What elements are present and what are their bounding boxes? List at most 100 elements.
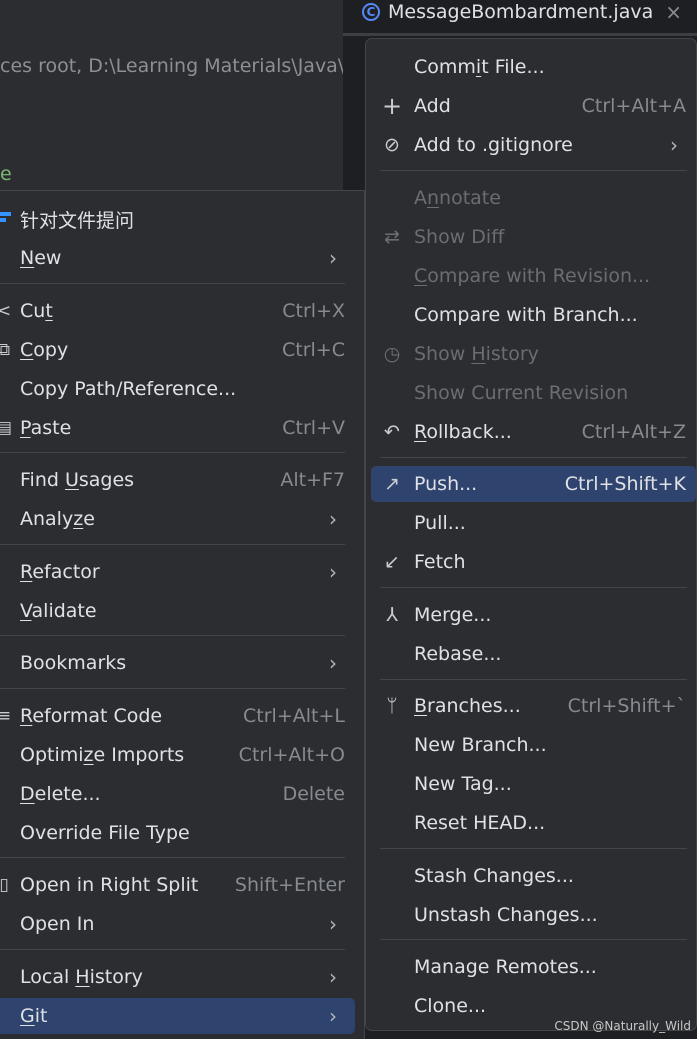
git-reset-head[interactable]: Reset HEAD... xyxy=(371,805,696,841)
menu-item-new[interactable]: New › xyxy=(0,240,355,276)
menu-item-ask-file[interactable]: 针对文件提问 xyxy=(0,201,355,237)
git-compare-branch[interactable]: Compare with Branch... xyxy=(371,297,696,333)
menu-item-label: Branches... xyxy=(414,695,521,717)
menu-item-label: Rollback... xyxy=(414,421,512,443)
menu-item-copy-path[interactable]: Copy Path/Reference... xyxy=(0,371,355,407)
menu-item-label: Manage Remotes... xyxy=(414,956,597,978)
git-add[interactable]: + Add Ctrl+Alt+A xyxy=(371,88,696,124)
shortcut: Ctrl+C xyxy=(282,339,345,361)
menu-item-label: Pull... xyxy=(414,512,466,534)
shortcut: Ctrl+Alt+A xyxy=(581,95,686,117)
git-merge[interactable]: ⅄ Merge... xyxy=(371,597,696,633)
java-class-icon: C xyxy=(362,3,380,21)
git-commit-file[interactable]: Commit File... xyxy=(371,49,696,85)
shortcut: Ctrl+X xyxy=(282,300,345,322)
menu-item-cut[interactable]: < Cut Ctrl+X xyxy=(0,293,355,329)
menu-item-paste[interactable]: ▤ Paste Ctrl+V xyxy=(0,410,355,446)
git-show-diff[interactable]: ⇄ Show Diff xyxy=(371,219,696,255)
menu-item-label: Open in Right Split xyxy=(20,874,199,896)
git-show-history[interactable]: ◷ Show History xyxy=(371,336,696,372)
menu-item-analyze[interactable]: Analyze › xyxy=(0,501,355,537)
plus-icon: + xyxy=(381,92,403,120)
git-new-tag[interactable]: New Tag... xyxy=(371,766,696,802)
shortcut: Shift+Enter xyxy=(234,874,345,896)
cut-icon: < xyxy=(0,301,12,321)
shortcut: Delete xyxy=(282,783,345,805)
menu-item-delete[interactable]: Delete... Delete xyxy=(0,776,355,812)
menu-item-open-in[interactable]: Open In › xyxy=(0,906,355,942)
menu-item-label: Merge... xyxy=(414,604,492,626)
split-icon: ▯ xyxy=(0,875,9,895)
chevron-right-icon: › xyxy=(329,1004,337,1028)
git-unstash-changes[interactable]: Unstash Changes... xyxy=(371,897,696,933)
menu-item-optimize-imports[interactable]: Optimize Imports Ctrl+Alt+O xyxy=(0,737,355,773)
chevron-right-icon: › xyxy=(329,560,337,584)
history-icon: ◷ xyxy=(383,343,401,365)
git-add-to-gitignore[interactable]: ⊘ Add to .gitignore › xyxy=(371,127,696,163)
menu-item-label: Reformat Code xyxy=(20,705,163,727)
divider xyxy=(380,170,687,171)
menu-item-label: Local History xyxy=(20,966,143,988)
menu-item-open-right-split[interactable]: ▯ Open in Right Split Shift+Enter xyxy=(0,867,355,903)
diff-icon: ⇄ xyxy=(384,226,400,248)
shortcut: Ctrl+V xyxy=(282,417,345,439)
git-annotate[interactable]: Annotate xyxy=(371,180,696,216)
menu-item-label: Push... xyxy=(414,473,478,495)
menu-item-label: Analyze xyxy=(20,508,95,530)
chevron-right-icon: › xyxy=(329,507,337,531)
merge-icon: ⅄ xyxy=(386,604,398,626)
menu-item-validate[interactable]: Validate xyxy=(0,593,355,629)
menu-item-override-file-type[interactable]: Override File Type xyxy=(0,815,355,851)
menu-item-label: New Branch... xyxy=(414,734,547,756)
menu-item-label: Validate xyxy=(20,600,97,622)
git-manage-remotes[interactable]: Manage Remotes... xyxy=(371,949,696,985)
shortcut: Alt+F7 xyxy=(280,469,345,491)
menu-item-label: Bookmarks xyxy=(20,652,127,674)
menu-item-copy[interactable]: ⧉ Copy Ctrl+C xyxy=(0,332,355,368)
git-new-branch[interactable]: New Branch... xyxy=(371,727,696,763)
menu-item-refactor[interactable]: Refactor › xyxy=(0,554,355,590)
menu-item-label: Show Current Revision xyxy=(414,382,629,404)
git-pull[interactable]: Pull... xyxy=(371,505,696,541)
git-stash-changes[interactable]: Stash Changes... xyxy=(371,858,696,894)
git-branches[interactable]: ᛘ Branches... Ctrl+Shift+` xyxy=(371,688,696,724)
divider xyxy=(380,587,687,588)
reformat-icon: ≡ xyxy=(0,706,12,726)
menu-item-label: Delete... xyxy=(20,783,101,805)
rollback-icon: ↶ xyxy=(384,421,400,443)
menu-item-label: Override File Type xyxy=(20,822,190,844)
chevron-right-icon: › xyxy=(329,246,337,270)
context-menu: 针对文件提问 New › < Cut Ctrl+X ⧉ Copy Ctrl+C … xyxy=(0,190,365,1039)
git-fetch[interactable]: ↙ Fetch xyxy=(371,544,696,580)
shortcut: Ctrl+Shift+K xyxy=(564,473,686,495)
menu-item-find-usages[interactable]: Find Usages Alt+F7 xyxy=(0,462,355,498)
menu-item-bookmarks[interactable]: Bookmarks › xyxy=(0,645,355,681)
menu-item-label: Fetch xyxy=(414,551,466,573)
git-show-current-revision[interactable]: Show Current Revision xyxy=(371,375,696,411)
paste-icon: ▤ xyxy=(0,418,13,438)
divider xyxy=(380,939,687,940)
menu-item-label: Refactor xyxy=(20,561,100,583)
menu-item-local-history[interactable]: Local History › xyxy=(0,959,355,995)
menu-item-reformat-code[interactable]: ≡ Reformat Code Ctrl+Alt+L xyxy=(0,698,355,734)
watermark: CSDN @Naturally_Wild xyxy=(554,1019,691,1033)
divider xyxy=(0,544,345,545)
menu-item-label: Open In xyxy=(20,913,95,935)
git-rollback[interactable]: ↶ Rollback... Ctrl+Alt+Z xyxy=(371,414,696,450)
divider xyxy=(0,857,345,858)
menu-item-label: Show History xyxy=(414,343,539,365)
git-rebase[interactable]: Rebase... xyxy=(371,636,696,672)
menu-item-label: New xyxy=(20,247,62,269)
project-path: ces root, D:\Learning Materials\Java\c xyxy=(0,55,343,77)
git-compare-revision[interactable]: Compare with Revision... xyxy=(371,258,696,294)
close-icon[interactable]: × xyxy=(665,0,682,24)
menu-item-label: Add xyxy=(414,95,451,117)
shortcut: Ctrl+Alt+O xyxy=(238,744,345,766)
editor-tab[interactable]: C MessageBombardment.java × xyxy=(362,0,682,24)
shortcut: Ctrl+Alt+L xyxy=(243,705,345,727)
menu-item-git[interactable]: Git › xyxy=(0,998,355,1034)
menu-item-label: Rebase... xyxy=(414,643,502,665)
chevron-right-icon: › xyxy=(329,651,337,675)
menu-item-label: 针对文件提问 xyxy=(20,209,135,232)
git-push[interactable]: ↗ Push... Ctrl+Shift+K xyxy=(371,466,696,502)
